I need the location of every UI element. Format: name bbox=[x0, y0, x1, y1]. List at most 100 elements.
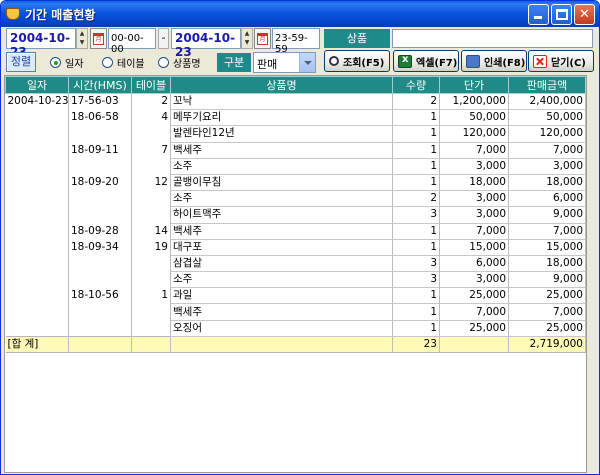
table-row[interactable]: 18-09-11 7 백세주 1 7,000 7,000 bbox=[5, 142, 586, 159]
cell-time bbox=[68, 158, 132, 175]
cell-time: 18-10-56 bbox=[68, 287, 132, 304]
cell-amount: 18,000 bbox=[508, 255, 586, 273]
cell-product: 대구포 bbox=[170, 239, 393, 256]
cell-amount: 50,000 bbox=[508, 109, 586, 127]
cell-table-no: 14 bbox=[131, 223, 171, 240]
start-date-spinner[interactable]: ▲ ▼ bbox=[76, 28, 88, 49]
cell-table-no bbox=[131, 125, 171, 143]
cell-quantity: 1 bbox=[392, 320, 440, 337]
cell-date bbox=[5, 109, 69, 126]
close-window-button[interactable]: ✕ bbox=[574, 4, 595, 25]
cell-table-no bbox=[131, 320, 171, 337]
end-date-spinner[interactable]: ▲ ▼ bbox=[241, 28, 253, 49]
cell-product: 오징어 bbox=[170, 320, 393, 337]
column-header-time[interactable]: 시간(HMS) bbox=[68, 76, 132, 94]
cell-time bbox=[68, 190, 132, 207]
cell-product: 메뚜기요리 bbox=[170, 109, 393, 127]
app-icon bbox=[6, 8, 20, 20]
table-row[interactable]: 18-09-28 14 백세주 1 7,000 7,000 bbox=[5, 223, 586, 240]
column-header-amount[interactable]: 판매금액 bbox=[508, 76, 586, 94]
search-button-label: 조회(F5) bbox=[343, 57, 385, 69]
table-row[interactable]: 소주 1 3,000 3,000 bbox=[5, 158, 586, 175]
cell-amount: 25,000 bbox=[508, 320, 586, 337]
cell-amount: 18,000 bbox=[508, 174, 586, 192]
total-empty bbox=[68, 335, 132, 354]
cell-quantity: 3 bbox=[392, 206, 440, 224]
cell-product: 소주 bbox=[170, 190, 393, 208]
table-row[interactable]: 18-09-20 12 골뱅이무침 1 18,000 18,000 bbox=[5, 174, 586, 192]
printer-icon bbox=[466, 54, 480, 68]
print-button-label: 인쇄(F8) bbox=[484, 57, 526, 69]
column-header-product[interactable]: 상품명 bbox=[170, 76, 393, 94]
cell-unit-price: 7,000 bbox=[439, 223, 509, 240]
table-row[interactable]: 18-10-56 1 과일 1 25,000 25,000 bbox=[5, 287, 586, 305]
sales-grid[interactable]: 일자 시간(HMS) 테이블 상품명 수량 단가 판매금액 2004-10-23… bbox=[4, 75, 587, 473]
cell-date bbox=[5, 125, 69, 143]
table-row[interactable]: 삼겹살 3 6,000 18,000 bbox=[5, 255, 586, 273]
cell-quantity: 1 bbox=[392, 109, 440, 127]
cell-unit-price: 18,000 bbox=[439, 174, 509, 192]
cell-unit-price: 3,000 bbox=[439, 271, 509, 289]
column-header-quantity[interactable]: 수량 bbox=[392, 76, 440, 94]
close-icon: ✕ bbox=[579, 7, 590, 22]
table-row[interactable]: 하이트맥주 3 3,000 9,000 bbox=[5, 206, 586, 224]
cell-date bbox=[5, 174, 69, 191]
product-input[interactable] bbox=[392, 29, 593, 48]
cell-quantity: 1 bbox=[392, 239, 440, 256]
cell-product: 백세주 bbox=[170, 142, 393, 159]
cell-amount: 7,000 bbox=[508, 223, 586, 240]
cell-unit-price: 3,000 bbox=[439, 190, 509, 208]
table-row[interactable]: 18-09-34 19 대구포 1 15,000 15,000 bbox=[5, 239, 586, 256]
cell-quantity: 3 bbox=[392, 271, 440, 289]
sort-option-label: 상품명 bbox=[173, 59, 201, 70]
start-date-calendar-button[interactable]: 月 bbox=[90, 28, 107, 49]
title-bar[interactable]: 기간 매출현황 ✕ bbox=[1, 1, 599, 27]
end-time-field[interactable]: 23-59-59 bbox=[272, 28, 320, 55]
table-row[interactable]: 오징어 1 25,000 25,000 bbox=[5, 320, 586, 337]
sort-option-product[interactable]: 상품명 bbox=[158, 55, 201, 70]
print-button[interactable]: 인쇄(F8) bbox=[461, 50, 527, 72]
start-date-field[interactable]: 2004-10-23 bbox=[6, 28, 76, 59]
total-empty bbox=[131, 335, 171, 354]
cell-time bbox=[68, 255, 132, 272]
start-time-field[interactable]: 00-00-00 bbox=[108, 28, 156, 55]
sort-option-date[interactable]: 일자 bbox=[50, 55, 83, 70]
cell-time: 18-09-34 bbox=[68, 239, 132, 256]
table-row[interactable]: 백세주 1 7,000 7,000 bbox=[5, 303, 586, 321]
table-row[interactable]: 소주 3 3,000 9,000 bbox=[5, 271, 586, 289]
table-row[interactable]: 소주 2 3,000 6,000 bbox=[5, 190, 586, 208]
search-button[interactable]: 조회(F5) bbox=[324, 50, 390, 72]
column-header-date[interactable]: 일자 bbox=[5, 76, 69, 94]
chevron-down-icon[interactable] bbox=[299, 53, 315, 72]
cell-quantity: 2 bbox=[392, 190, 440, 208]
cell-unit-price: 50,000 bbox=[439, 109, 509, 127]
column-header-table[interactable]: 테이블 bbox=[131, 76, 171, 94]
cell-amount: 6,000 bbox=[508, 190, 586, 208]
cell-table-no: 2 bbox=[131, 93, 171, 110]
cell-table-no: 12 bbox=[131, 174, 171, 191]
close-button[interactable]: 닫기(C) bbox=[528, 50, 594, 72]
cell-quantity: 3 bbox=[392, 255, 440, 273]
type-label: 구분 bbox=[217, 53, 251, 72]
table-row[interactable]: 18-06-58 4 메뚜기요리 1 50,000 50,000 bbox=[5, 109, 586, 127]
excel-button[interactable]: 엑셀(F7) bbox=[393, 50, 459, 72]
end-date-field[interactable]: 2004-10-23 bbox=[171, 28, 241, 59]
table-row[interactable]: 발렌타인12년 1 120,000 120,000 bbox=[5, 125, 586, 143]
cell-quantity: 1 bbox=[392, 125, 440, 143]
cell-unit-price: 25,000 bbox=[439, 287, 509, 305]
cell-table-no: 1 bbox=[131, 287, 171, 304]
cell-table-no bbox=[131, 190, 171, 207]
maximize-button[interactable] bbox=[551, 4, 572, 25]
cell-time: 18-09-28 bbox=[68, 223, 132, 240]
cell-date bbox=[5, 223, 69, 240]
type-select-value: 판매 bbox=[257, 58, 278, 71]
end-date-calendar-button[interactable]: 月 bbox=[254, 28, 271, 49]
minimize-button[interactable] bbox=[528, 4, 549, 25]
total-empty bbox=[170, 335, 393, 354]
column-header-unit-price[interactable]: 단가 bbox=[439, 76, 509, 94]
sort-option-table[interactable]: 테이블 bbox=[102, 55, 145, 70]
cell-unit-price: 3,000 bbox=[439, 158, 509, 175]
table-row[interactable]: 2004-10-23 17-56-03 2 꼬낙 2 1,200,000 2,400,000 bbox=[5, 93, 586, 111]
type-select[interactable]: 판매 bbox=[253, 52, 316, 73]
excel-icon bbox=[398, 54, 412, 68]
